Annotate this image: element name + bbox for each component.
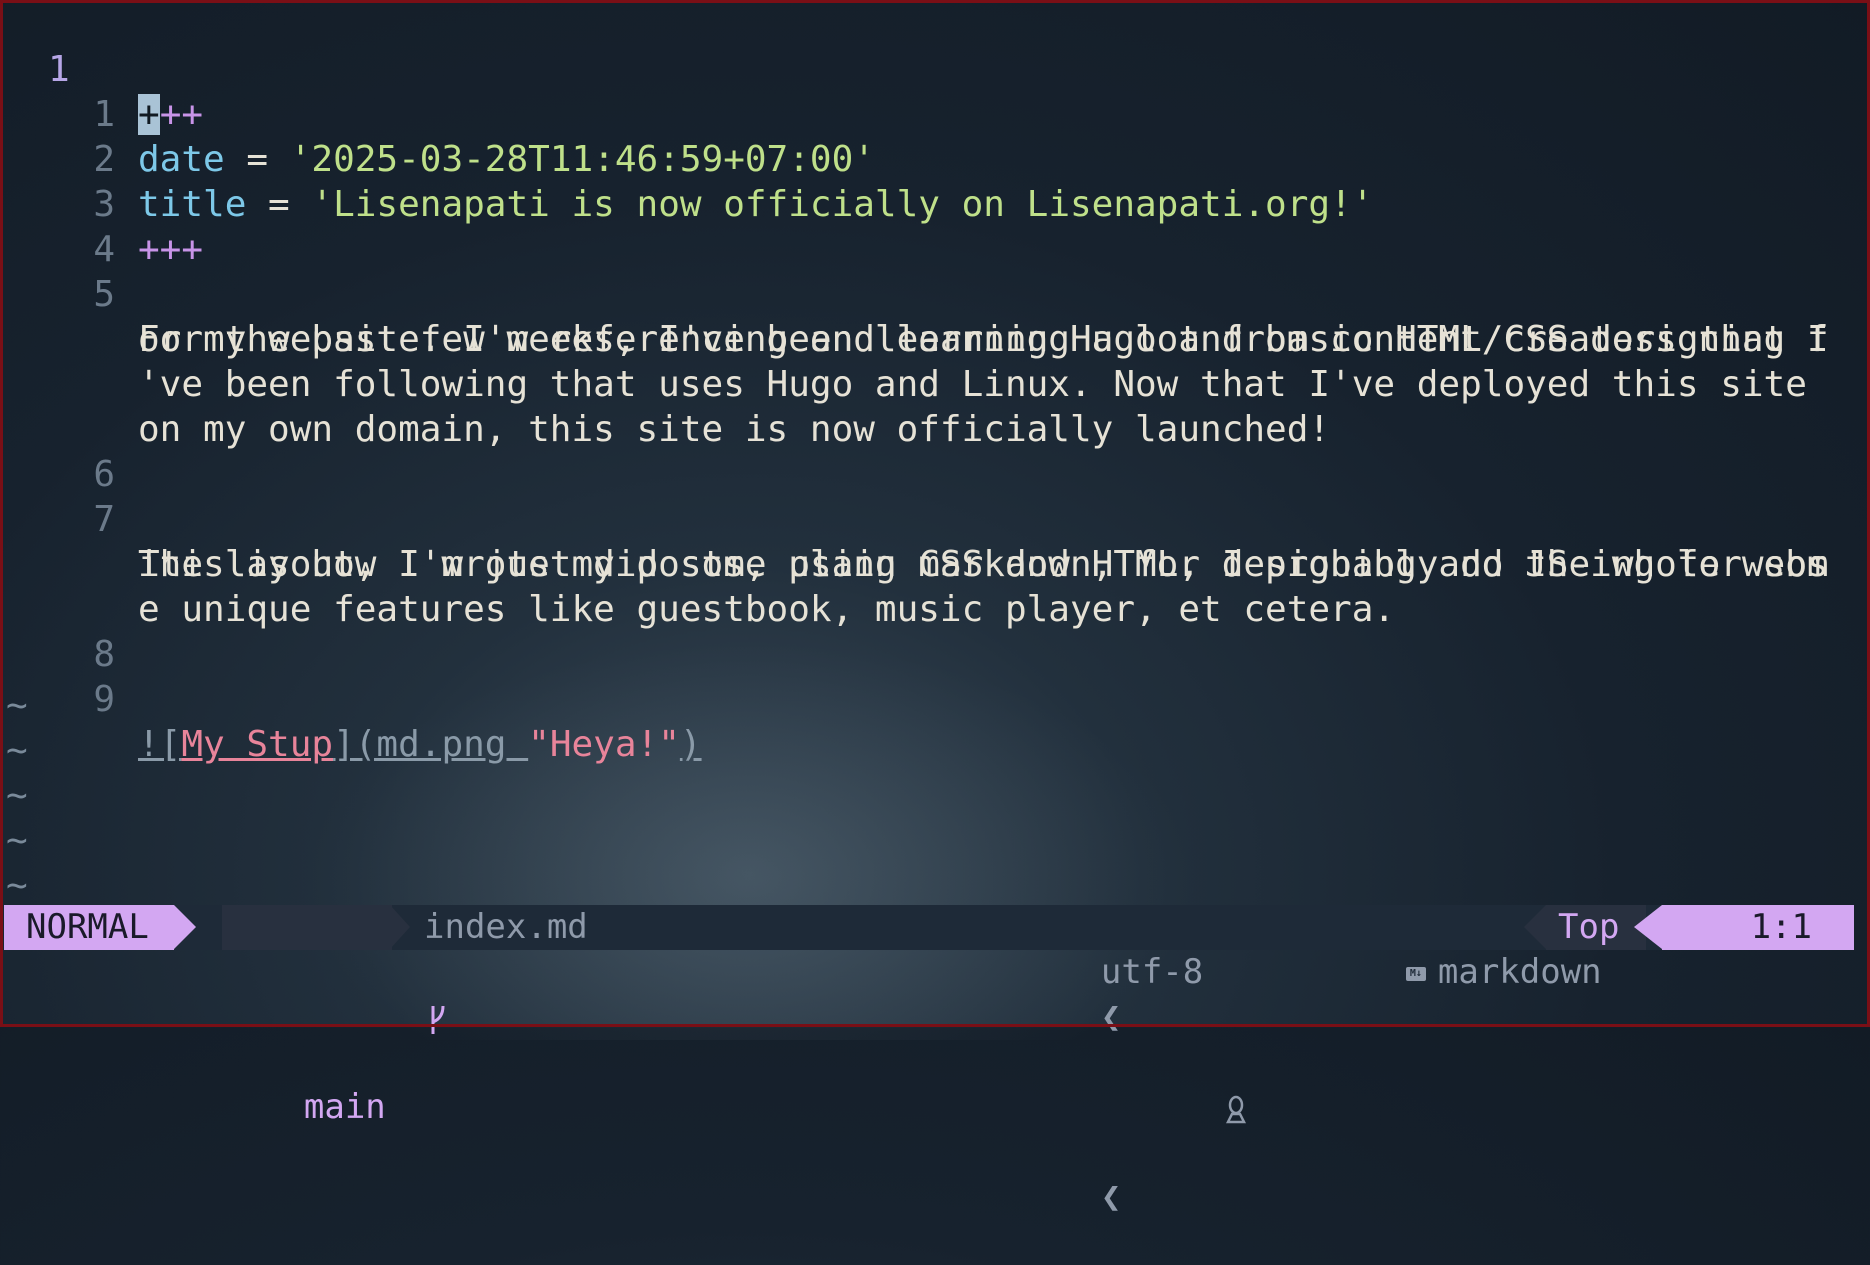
editor-line[interactable]: 2 title = 'Lisenapati is now officially … — [0, 92, 1373, 225]
editor-wrapped-line[interactable]: 've been following that uses Hugo and Li… — [0, 317, 1807, 405]
encoding: utf-8 — [1100, 952, 1204, 992]
editor-buffer[interactable]: 1 +++ 1 date = '2025-03-28T11:46:59+07:0… — [0, 0, 1870, 905]
git-branch-icon — [304, 950, 449, 1085]
powerline-separator — [1634, 905, 1662, 949]
scroll-position: Top — [1546, 905, 1646, 950]
front-matter-delimiter: ++ — [159, 94, 204, 135]
filetype: markdown — [1437, 952, 1602, 992]
tilde: ~ — [6, 775, 28, 816]
md-image-open: ![ — [138, 724, 182, 765]
md-image-url: ](md.png — [333, 724, 529, 765]
tilde: ~ — [6, 730, 28, 771]
git-branch-segment: main — [222, 905, 445, 1127]
paragraph-text: or my website. I'm referencing and learn… — [138, 319, 1829, 360]
linux-tux-icon — [1101, 1040, 1248, 1175]
statusline: NORMAL main index.md utf-8 ❮ ❮ M↓ markdow… — [4, 905, 1854, 1217]
toml-string: '2025-03-28T11:46:59+07:00' — [289, 139, 875, 180]
toml-equals: = — [224, 139, 290, 180]
branch-name: main — [303, 1087, 386, 1127]
editor-line[interactable]: 6 — [0, 407, 115, 495]
editor-line[interactable]: 5 For the past few weeks, I've been lear… — [0, 227, 1828, 360]
md-image-title: "Heya!" — [528, 724, 680, 765]
md-image-close: ) — [679, 724, 702, 765]
toml-key: title — [138, 184, 247, 225]
editor-line[interactable]: 9 ![My Stup](md.png "Heya!") — [0, 632, 701, 765]
text-cursor: + — [138, 94, 160, 135]
separator: ❮ — [1100, 997, 1122, 1037]
markdown-icon: M↓ — [1405, 966, 1426, 981]
editor-line[interactable]: 1 date = '2025-03-28T11:46:59+07:00' — [0, 47, 875, 180]
editor-line[interactable]: 3 +++ — [0, 137, 203, 270]
toml-equals: = — [246, 184, 312, 225]
powerline-separator — [1524, 905, 1546, 949]
md-image-alt: My Stup — [181, 724, 334, 765]
editor-line[interactable]: 8 — [0, 587, 115, 675]
filename: index.md — [424, 907, 588, 947]
separator: ❮ — [1100, 1177, 1122, 1217]
editor-wrapped-line[interactable]: on my own domain, this site is now offic… — [0, 362, 1330, 450]
editor-line[interactable]: 4 — [0, 182, 115, 270]
markdown-image-link: ![My Stup](md.png "Heya!") — [138, 722, 702, 767]
tilde: ~ — [6, 820, 28, 861]
paragraph-text: on my own domain, this site is now offic… — [138, 409, 1331, 450]
front-matter-delimiter: +++ — [138, 229, 204, 270]
tilde: ~ — [6, 685, 28, 726]
toml-string: 'Lisenapati is now officially on Lisenap… — [311, 184, 1374, 225]
editor-wrapped-line[interactable]: e unique features like guestbook, music … — [0, 542, 1395, 630]
powerline-separator — [390, 905, 410, 949]
powerline-separator — [174, 905, 196, 949]
paragraph-text: e unique features like guestbook, music … — [138, 589, 1396, 630]
file-info-segment: utf-8 ❮ ❮ — [1019, 905, 1248, 1217]
editor-line-current[interactable]: 1 +++ — [0, 2, 203, 135]
mode-indicator: NORMAL — [4, 905, 174, 950]
paragraph-text: 've been following that uses Hugo and Li… — [138, 364, 1829, 405]
editor-line[interactable]: 7 This is how I wrote my posts, using ma… — [0, 452, 1828, 585]
tilde: ~ — [6, 865, 28, 905]
toml-key: date — [138, 139, 225, 180]
editor-wrapped-line[interactable]: or my website. I'm referencing and learn… — [0, 272, 1829, 360]
editor-wrapped-line[interactable]: ite layout, I'm just did some plain CSS … — [0, 497, 1829, 585]
cursor-position: 1:1 — [1662, 905, 1854, 950]
paragraph-text: ite layout, I'm just did some plain CSS … — [138, 544, 1829, 585]
